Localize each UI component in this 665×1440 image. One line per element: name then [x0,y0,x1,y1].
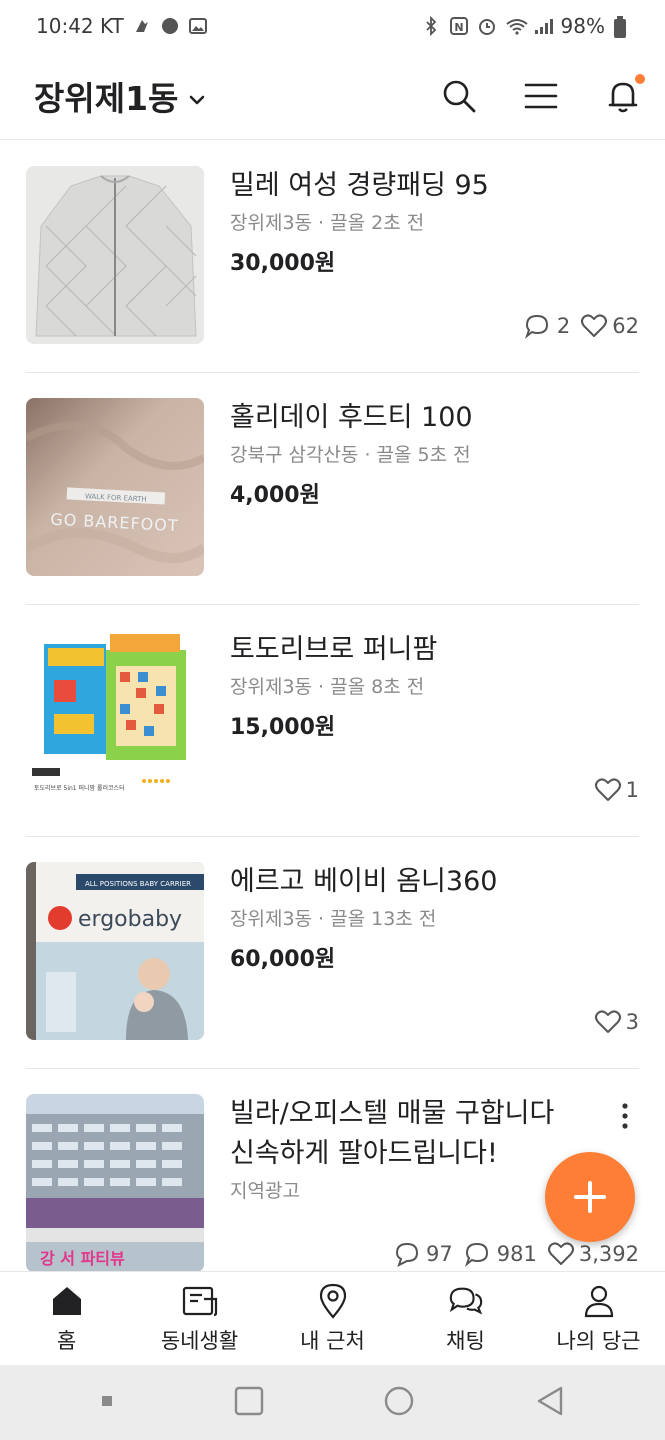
plus-icon [574,1181,606,1213]
bluetooth-icon [421,15,441,37]
app-header: 장위제1동 [0,52,665,140]
item-stats: 3 [594,1009,639,1035]
like-count: 1 [594,777,639,803]
recents-dot-icon[interactable] [100,1393,114,1412]
nav-my[interactable]: 나의 당근 [532,1272,665,1365]
battery-percent: 98% [560,14,605,38]
user-icon [581,1283,617,1319]
status-bar: 10:42 KT N 98% [0,0,665,52]
nav-home[interactable]: 홈 [0,1272,133,1365]
item-thumbnail: ALL POSITIONS BABY CARRIER ergobaby [26,862,204,1040]
nav-label: 동네생활 [160,1328,239,1353]
chat-bubbles-icon [448,1283,484,1319]
item-thumbnail: 강 서 파티뷰 [26,1094,204,1271]
svg-text:N: N [454,21,463,34]
chat-icon [524,314,548,339]
heart-icon [594,778,621,801]
heart-icon [594,1010,621,1033]
menu-button[interactable] [521,76,561,116]
item-thumbnail: 토도리브로 5in1 퍼니팜 롤러코스터 [26,630,204,808]
item-title: 밀레 여성 경량패딩 95 [230,170,489,201]
gallery-icon [188,16,208,36]
thumb-brand: ergobaby [78,907,182,932]
list-item[interactable]: ALL POSITIONS BABY CARRIER ergobaby 에르고 … [26,837,639,1069]
more-options-button[interactable] [621,1103,629,1136]
thumb-caption: 토도리브로 5in1 퍼니팜 롤러코스터 [34,784,125,792]
home-icon [49,1283,85,1319]
heart-icon [581,314,608,337]
item-meta: 장위제3동 · 끌올 8초 전 [230,676,425,698]
item-price: 30,000원 [230,251,336,276]
search-button[interactable] [439,76,479,116]
item-price: 15,000원 [230,715,336,740]
more-vertical-icon [622,1103,628,1129]
status-time: 10:42 KT [36,14,124,38]
chevron-down-icon [188,76,206,115]
item-title: 홀리데이 후드티 100 [230,402,473,433]
nav-label: 채팅 [446,1328,485,1353]
location-label: 장위제1동 [34,78,179,118]
item-list[interactable]: 밀레 여성 경량패딩 95 장위제3동 · 끌올 2초 전 30,000원 2 … [0,141,665,1271]
bell-icon [608,82,638,112]
list-item[interactable]: 토도리브로 5in1 퍼니팜 롤러코스터 토도리브로 퍼니팜 장위제3동 · 끌… [26,605,639,837]
write-post-button[interactable] [545,1152,635,1242]
comment-count: 981 [463,1241,537,1267]
item-meta: 장위제3동 · 끌올 13초 전 [230,908,437,930]
item-stats: 1 [594,777,639,803]
like-count: 3 [594,1009,639,1035]
view-count: 97 [394,1241,453,1267]
home-system-button[interactable] [383,1385,415,1421]
menu-icon [524,83,558,108]
signal-icon [533,16,553,36]
comment-count: 2 [523,313,570,339]
thumb-banner: ALL POSITIONS BABY CARRIER [85,880,191,888]
chat-icon [396,1242,419,1267]
item-meta: 강북구 삼각산동 · 끌올 5초 전 [230,444,471,466]
like-count: 62 [580,313,639,339]
back-triangle-icon [537,1386,563,1415]
notification-badge [635,73,645,84]
item-title: 에르고 베이비 옴니360 [230,866,498,897]
ad-title-line1: 빌라/오피스텔 매물 구합니다 [230,1098,555,1129]
item-stats: 2 62 [523,313,639,339]
nav-nearby[interactable]: 내 근처 [266,1272,399,1365]
notification-button[interactable] [603,73,645,116]
ad-list-item[interactable]: 강 서 파티뷰 빌라/오피스텔 매물 구합니다 신속하게 팔아드립니다! 지역광… [26,1069,639,1271]
overview-button[interactable] [234,1386,264,1420]
map-pin-icon [315,1283,351,1319]
location-selector[interactable]: 장위제1동 [34,72,206,120]
chat-double-icon [464,1242,488,1267]
item-stats: 97 981 3,392 [394,1241,639,1267]
nav-chat[interactable]: 채팅 [399,1272,532,1365]
like-count: 3,392 [547,1241,639,1267]
bottom-navigation: 홈 동네생활 내 근처 채팅 나의 당근 [0,1271,665,1365]
item-price: 60,000원 [230,947,336,972]
back-button[interactable] [535,1385,565,1421]
alarm-icon [477,16,497,36]
list-item[interactable]: 밀레 여성 경량패딩 95 장위제3동 · 끌올 2초 전 30,000원 2 … [26,141,639,373]
item-price: 4,000원 [230,483,320,508]
circle-icon [385,1386,414,1415]
nfc-icon: N [449,16,469,36]
battery-icon [613,16,633,38]
item-thumbnail [26,166,204,344]
newspaper-icon [182,1283,218,1319]
item-meta: 장위제3동 · 끌올 2초 전 [230,212,425,234]
wifi-icon [505,16,528,36]
thumb-text: 강 서 파티뷰 [40,1249,125,1268]
list-item[interactable]: WALK FOR EARTH GO BAREFOOT 홀리데이 후드티 100 … [26,373,639,605]
heart-icon [547,1242,574,1265]
nav-label: 나의 당근 [556,1328,641,1353]
system-navigation-bar [0,1365,665,1440]
search-icon [443,80,476,112]
chat-bubble-icon [160,16,180,36]
item-title: 토도리브로 퍼니팜 [230,634,438,665]
nav-community[interactable]: 동네생활 [133,1272,266,1365]
nav-label: 홈 [56,1328,77,1353]
notification-icon [132,16,152,36]
square-icon [234,1386,263,1415]
item-thumbnail: WALK FOR EARTH GO BAREFOOT [26,398,204,576]
nav-label: 내 근처 [300,1328,365,1353]
